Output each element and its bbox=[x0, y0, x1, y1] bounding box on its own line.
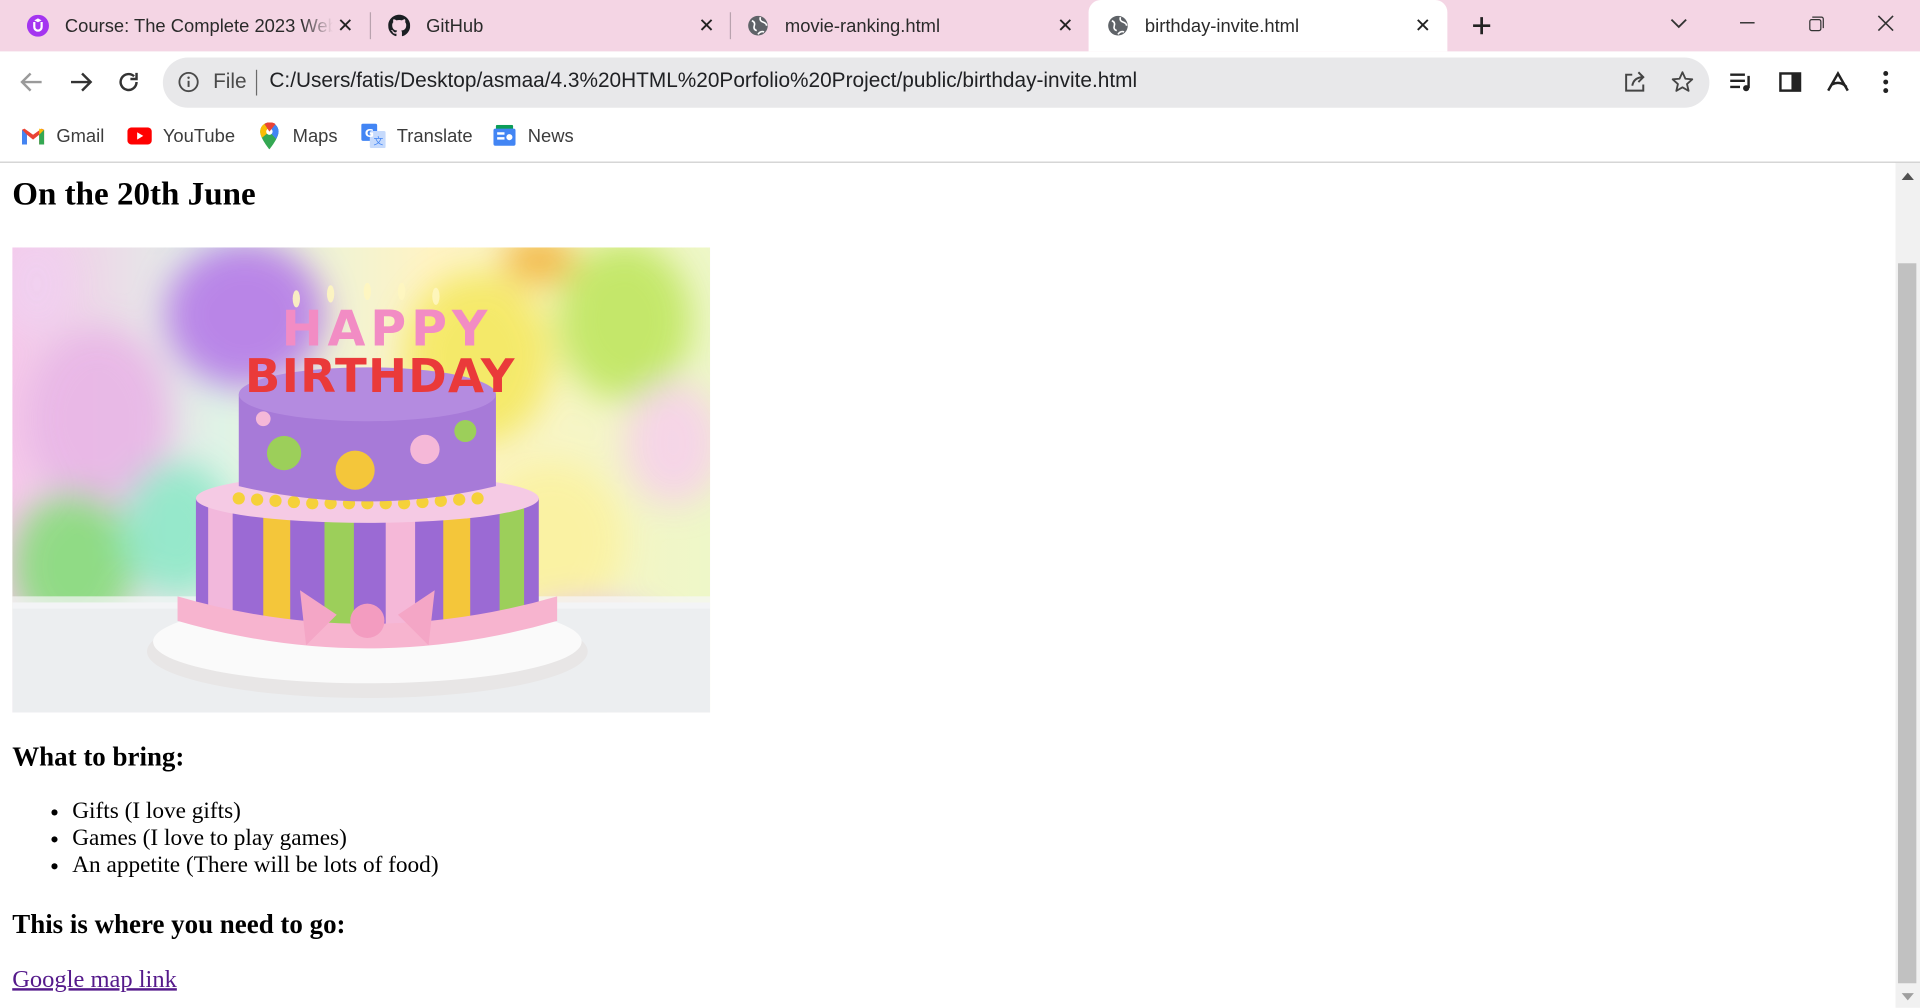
tab-strip: Course: The Complete 2023 Web Developmen… bbox=[0, 0, 1920, 52]
tab-search-chevron-down-icon[interactable] bbox=[1651, 0, 1707, 47]
translate-icon: G文 bbox=[361, 123, 386, 149]
bookmark-youtube[interactable]: YouTube bbox=[127, 122, 235, 149]
url-text[interactable]: C:/Users/fatis/Desktop/asmaa/4.3%20HTML%… bbox=[269, 69, 1137, 93]
tab-github[interactable]: GitHub ✕ bbox=[361, 0, 731, 51]
bookmark-translate[interactable]: G文 Translate bbox=[361, 122, 473, 149]
close-tab-icon[interactable]: ✕ bbox=[1411, 13, 1435, 37]
udemy-icon bbox=[26, 14, 49, 37]
google-map-link[interactable]: Google map link bbox=[12, 966, 177, 994]
side-panel-icon[interactable] bbox=[1776, 67, 1805, 96]
profile-extension-icon[interactable] bbox=[1823, 67, 1852, 96]
address-bar[interactable]: File C:/Users/fatis/Desktop/asmaa/4.3%20… bbox=[162, 57, 1710, 108]
list-item: An appetite (There will be lots of food) bbox=[72, 852, 438, 879]
forward-arrow-icon[interactable] bbox=[61, 62, 100, 101]
tab-title: birthday-invite.html bbox=[1144, 15, 1300, 37]
tab-udemy-course[interactable]: Course: The Complete 2023 Web Developmen… bbox=[0, 0, 370, 51]
github-icon bbox=[388, 14, 411, 37]
reload-icon[interactable] bbox=[109, 62, 148, 101]
bookmarks-bar: Gmail YouTube Maps G文 Translate News bbox=[0, 112, 1920, 163]
new-tab-plus-icon[interactable] bbox=[1466, 10, 1498, 42]
birthday-cake-image: HAPPY BIRTHDAY bbox=[12, 247, 711, 713]
tab-title: GitHub bbox=[426, 15, 484, 37]
bookmark-label: YouTube bbox=[162, 125, 236, 147]
close-window-icon[interactable] bbox=[1858, 0, 1914, 47]
globe-icon bbox=[1107, 15, 1129, 37]
close-tab-icon[interactable]: ✕ bbox=[694, 13, 718, 37]
page-viewport: On the 20th June HAPPY BIRTHDAY What to … bbox=[0, 162, 1896, 1008]
scroll-down-arrow-icon[interactable] bbox=[1901, 993, 1914, 1001]
cake-text-birthday: BIRTHDAY bbox=[245, 349, 516, 403]
bookmark-star-icon[interactable] bbox=[1669, 69, 1696, 96]
site-info-icon[interactable] bbox=[178, 71, 200, 99]
bookmark-label: News bbox=[527, 125, 574, 147]
menu-kebab-icon[interactable] bbox=[1871, 67, 1900, 96]
scrollbar-thumb[interactable] bbox=[1897, 263, 1917, 984]
tab-movie-ranking[interactable]: movie-ranking.html ✕ bbox=[720, 0, 1090, 51]
maps-icon bbox=[257, 122, 281, 150]
bring-list: Gifts (I love gifts) Games (I love to pl… bbox=[12, 798, 438, 879]
url-scheme-label: File bbox=[213, 69, 247, 94]
youtube-icon bbox=[127, 124, 152, 148]
share-icon[interactable] bbox=[1621, 69, 1648, 96]
tab-title: movie-ranking.html bbox=[784, 15, 941, 37]
minimize-icon[interactable] bbox=[1719, 0, 1775, 47]
globe-icon bbox=[747, 15, 769, 37]
list-item: Gifts (I love gifts) bbox=[72, 798, 438, 825]
bookmark-gmail[interactable]: Gmail bbox=[21, 122, 104, 149]
bookmark-label: Translate bbox=[396, 125, 473, 147]
omnibox-divider bbox=[255, 69, 258, 96]
news-icon bbox=[492, 124, 516, 148]
tab-title: Course: The Complete 2023 Web Developmen… bbox=[64, 15, 333, 37]
svg-text:文: 文 bbox=[373, 134, 383, 147]
restore-icon[interactable] bbox=[1788, 0, 1844, 47]
browser-toolbar: File C:/Users/fatis/Desktop/asmaa/4.3%20… bbox=[0, 51, 1920, 113]
list-item: Games (I love to play games) bbox=[72, 825, 438, 852]
gmail-icon bbox=[21, 124, 45, 148]
bookmark-maps[interactable]: Maps bbox=[257, 122, 338, 150]
close-tab-icon[interactable]: ✕ bbox=[333, 13, 357, 37]
tab-birthday-invite[interactable]: birthday-invite.html ✕ bbox=[1088, 0, 1448, 52]
page-heading: On the 20th June bbox=[12, 175, 256, 212]
bookmark-label: Gmail bbox=[56, 125, 105, 147]
where-to-go-heading: This is where you need to go: bbox=[12, 908, 346, 940]
media-queue-icon[interactable] bbox=[1727, 67, 1756, 96]
back-arrow-icon[interactable] bbox=[12, 62, 51, 101]
page-scrollbar[interactable] bbox=[1895, 162, 1920, 1008]
what-to-bring-heading: What to bring: bbox=[12, 740, 185, 772]
close-tab-icon[interactable]: ✕ bbox=[1053, 13, 1077, 37]
bookmark-news[interactable]: News bbox=[492, 122, 574, 149]
bookmark-label: Maps bbox=[292, 125, 338, 147]
scroll-up-arrow-icon[interactable] bbox=[1901, 172, 1914, 181]
